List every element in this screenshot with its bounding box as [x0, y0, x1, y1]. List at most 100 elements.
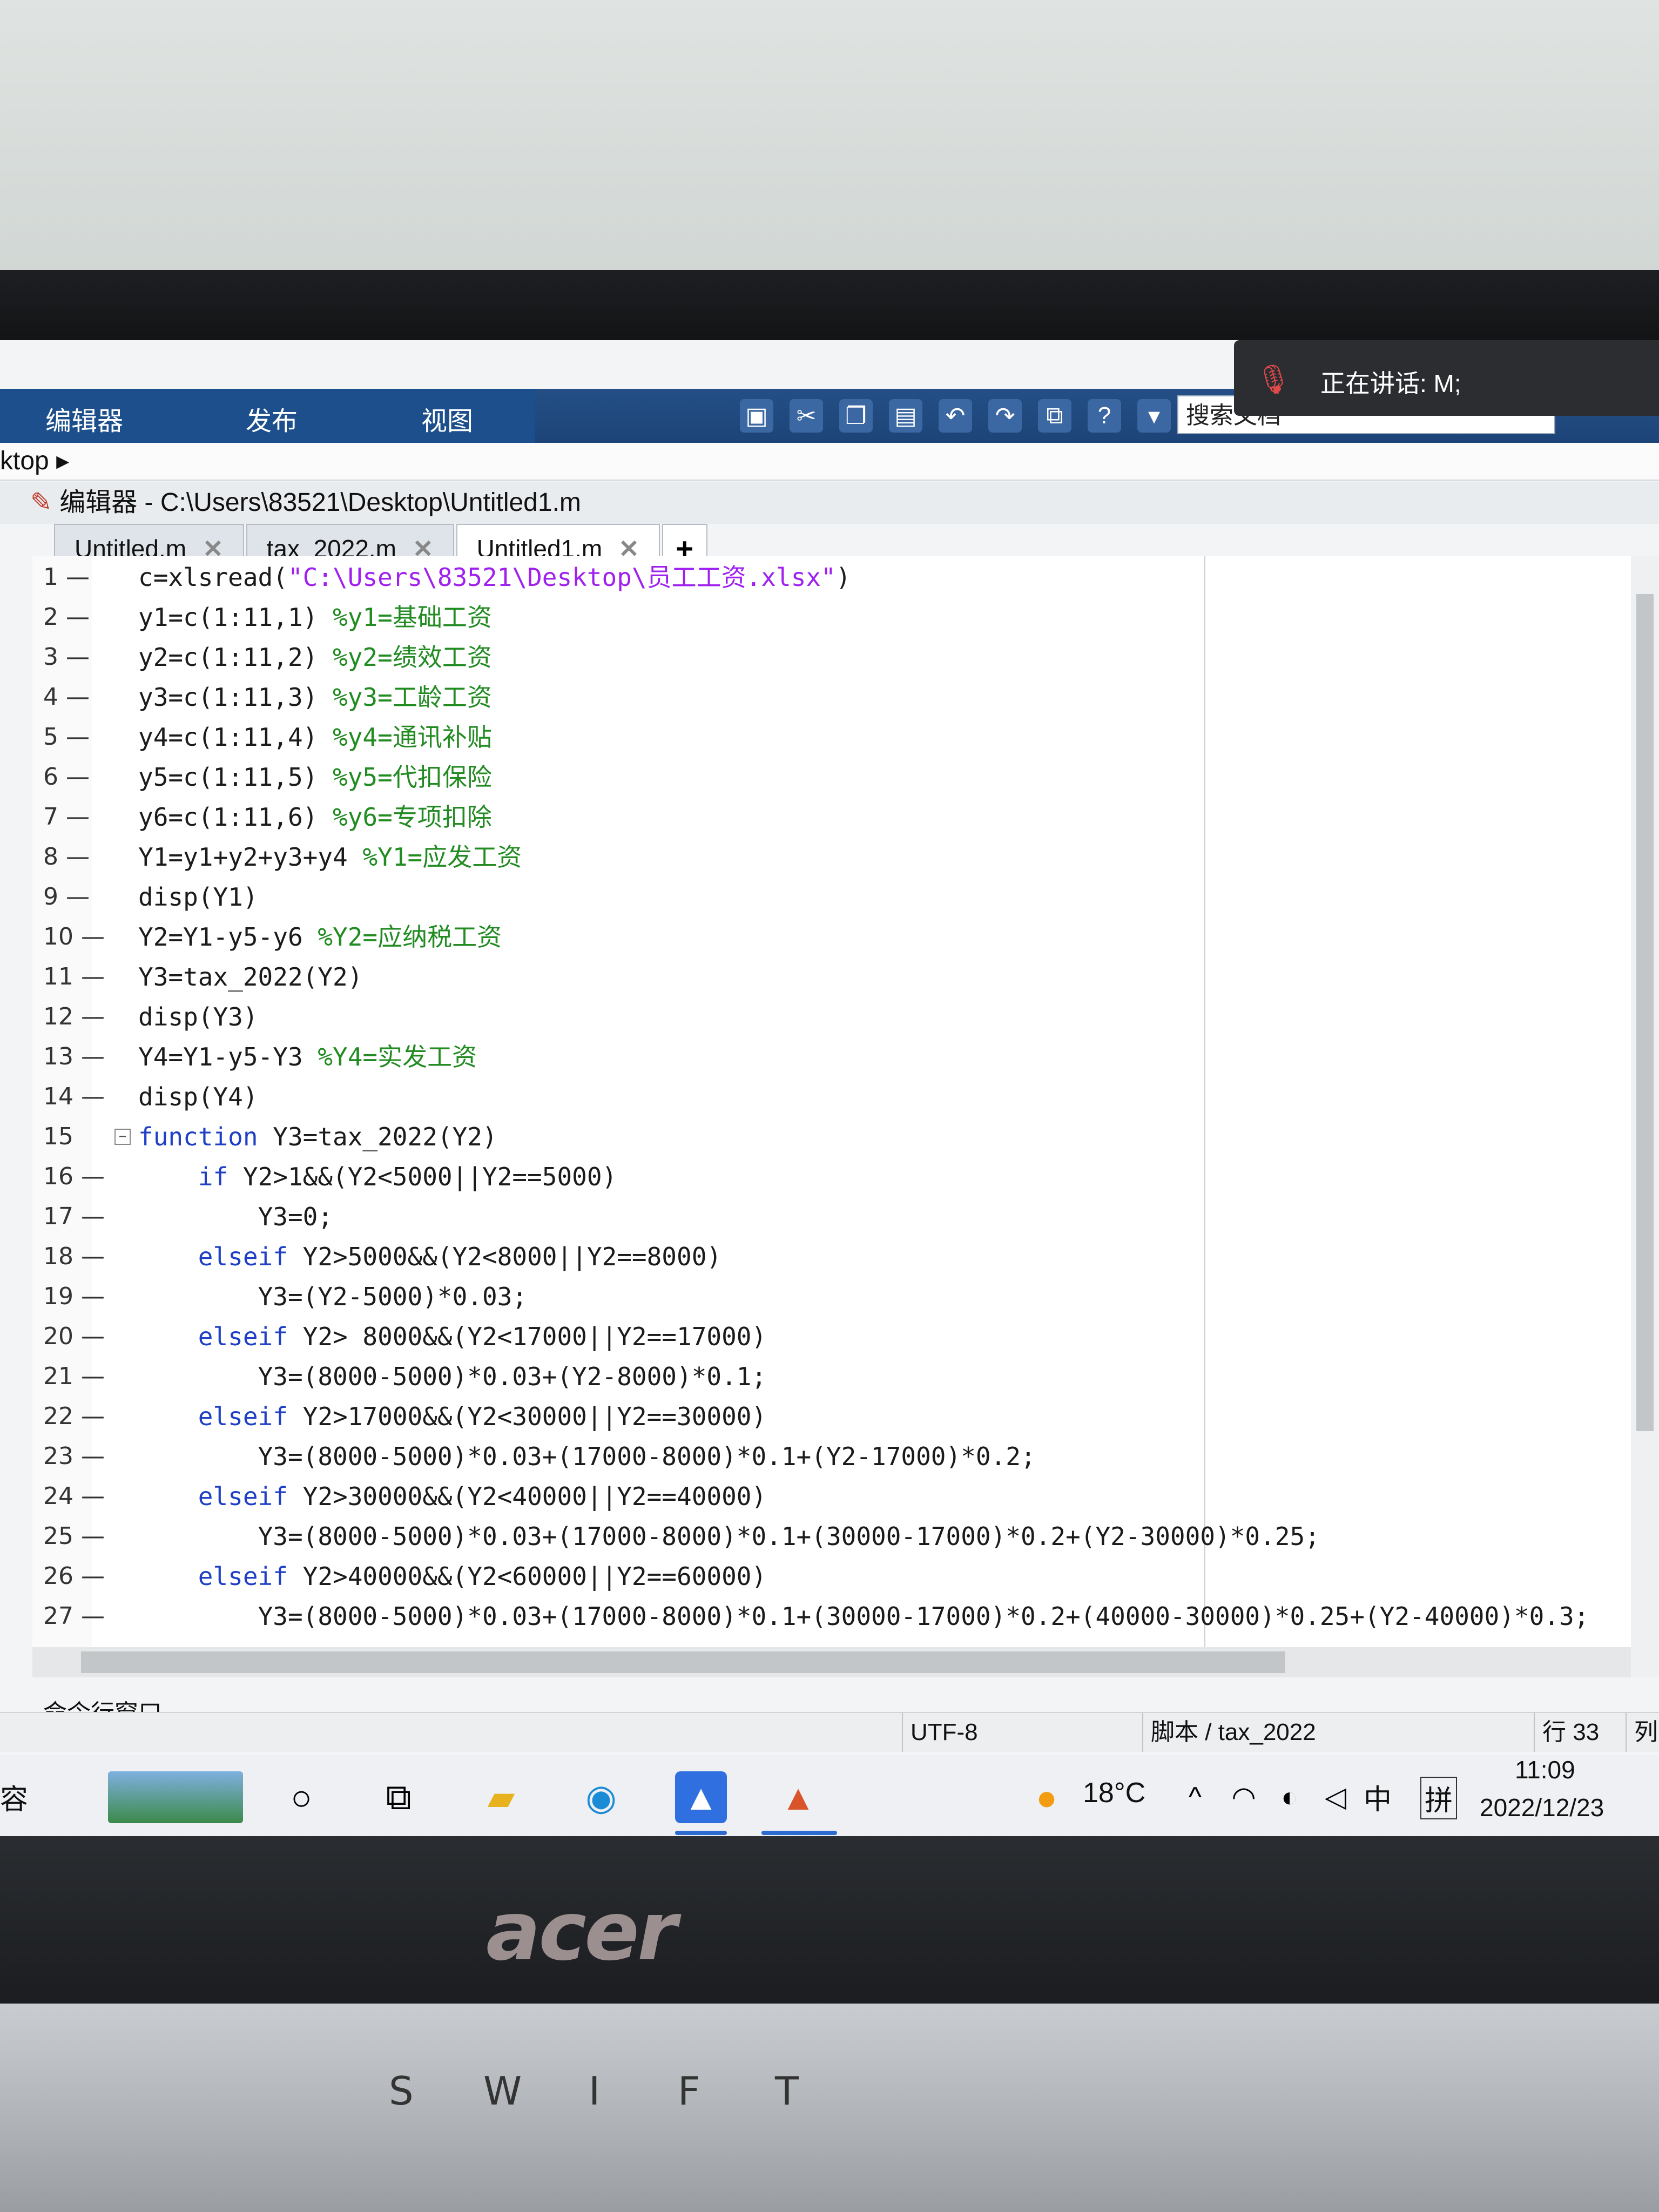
- save-icon[interactable]: ▣: [740, 399, 773, 433]
- statement: Y2>17000&&(Y2<30000||Y2==30000): [287, 1402, 767, 1431]
- comment: %y5=代扣保险: [333, 763, 492, 792]
- code-line[interactable]: 7 — y6=c(1:11,6) %y6=专项扣除: [32, 797, 1631, 837]
- tab-editor[interactable]: 编辑器: [45, 400, 123, 437]
- code-line[interactable]: 18 — elseif Y2>5000&&(Y2<8000||Y2==8000): [32, 1237, 1631, 1277]
- code-line[interactable]: 4 — y3=c(1:11,3) %y3=工龄工资: [32, 677, 1631, 717]
- line-number: 27 —: [43, 1602, 105, 1630]
- code-text: Y3=(8000-5000)*0.03+(Y2-8000)*0.1;: [138, 1357, 767, 1397]
- code-text: function Y3=tax_2022(Y2): [138, 1117, 497, 1157]
- status-col: 列: [1626, 1713, 1659, 1752]
- undo-icon[interactable]: ↶: [939, 399, 972, 433]
- statement: c=xlsread("C:\Users\83521\Desktop\员工工资.x…: [138, 563, 851, 592]
- code-line[interactable]: 27 — Y3=(8000-5000)*0.03+(17000-8000)*0.…: [32, 1596, 1631, 1636]
- code-line[interactable]: 22 — elseif Y2>17000&&(Y2<30000||Y2==300…: [32, 1397, 1631, 1437]
- code-text: disp(Y4): [138, 1077, 258, 1117]
- line-number: 20 —: [43, 1323, 105, 1350]
- statement: disp(Y1): [138, 882, 258, 912]
- code-text: elseif Y2>17000&&(Y2<30000||Y2==30000): [138, 1397, 766, 1437]
- code-line[interactable]: 15 − function Y3=tax_2022(Y2): [32, 1117, 1631, 1157]
- code-line[interactable]: 17 — Y3=0;: [32, 1197, 1631, 1237]
- code-line[interactable]: 23 — Y3=(8000-5000)*0.03+(17000-8000)*0.…: [32, 1437, 1631, 1476]
- code-line[interactable]: 25 — Y3=(8000-5000)*0.03+(17000-8000)*0.…: [32, 1516, 1631, 1556]
- vertical-scroll-thumb[interactable]: [1636, 594, 1654, 1431]
- tab-publish[interactable]: 发布: [246, 400, 298, 437]
- tab-view[interactable]: 视图: [421, 400, 473, 437]
- line-number: 17 —: [43, 1203, 105, 1230]
- copy-icon[interactable]: ❐: [839, 399, 873, 433]
- wifi-icon[interactable]: ◠: [1218, 1771, 1270, 1823]
- statement: Y2>30000&&(Y2<40000||Y2==40000): [287, 1482, 767, 1511]
- code-line[interactable]: 24 — elseif Y2>30000&&(Y2<40000||Y2==400…: [32, 1476, 1631, 1516]
- code-text: elseif Y2>40000&&(Y2<60000||Y2==60000): [138, 1556, 766, 1596]
- line-number: 1 —: [43, 563, 90, 591]
- code-editor[interactable]: 1 — c=xlsread("C:\Users\83521\Desktop\员工工…: [32, 556, 1631, 1647]
- clock-time[interactable]: 11:09: [1515, 1755, 1575, 1784]
- line-number: 3 —: [43, 643, 90, 671]
- horizontal-scroll-thumb[interactable]: [81, 1651, 1285, 1673]
- weather-temperature[interactable]: 18°C: [1083, 1777, 1145, 1809]
- ime-mode[interactable]: 拼: [1420, 1777, 1458, 1819]
- code-line[interactable]: 11 — Y3=tax_2022(Y2): [32, 957, 1631, 997]
- code-line[interactable]: 3 — y2=c(1:11,2) %y2=绩效工资: [32, 637, 1631, 677]
- active-indicator: [761, 1831, 837, 1835]
- comment: %Y1=应发工资: [362, 842, 522, 872]
- widgets-icon[interactable]: [108, 1771, 243, 1823]
- quick-access-toolbar: ▣ ✂ ❐ ▤ ↶ ↷ ⧉ ? ▾: [740, 390, 1171, 442]
- code-line[interactable]: 26 — elseif Y2>40000&&(Y2<60000||Y2==600…: [32, 1556, 1631, 1596]
- code-text: Y3=tax_2022(Y2): [138, 957, 362, 997]
- code-line[interactable]: 14 — disp(Y4): [32, 1077, 1631, 1117]
- current-folder-bar[interactable]: ktop ▸: [0, 443, 1659, 481]
- dropdown-icon[interactable]: ▾: [1137, 399, 1171, 433]
- chevron-up-icon[interactable]: ^: [1169, 1771, 1221, 1823]
- clock-date[interactable]: 2022/12/23: [1480, 1793, 1604, 1822]
- file-explorer-icon[interactable]: ▰: [475, 1771, 527, 1823]
- matlab-icon[interactable]: ▲: [772, 1771, 824, 1823]
- code-line[interactable]: 21 — Y3=(8000-5000)*0.03+(Y2-8000)*0.1;: [32, 1357, 1631, 1397]
- keyboard-key: W: [483, 2068, 522, 2114]
- ime-language[interactable]: 中: [1364, 1777, 1392, 1817]
- paste-icon[interactable]: ▤: [889, 399, 922, 433]
- line-number: 4 —: [43, 683, 90, 711]
- code-line[interactable]: 13 — Y4=Y1-y5-Y3 %Y4=实发工资: [32, 1037, 1631, 1077]
- status-row: 行 33: [1534, 1713, 1629, 1752]
- task-view-icon[interactable]: ⧉: [373, 1771, 424, 1823]
- fold-toggle-icon[interactable]: −: [114, 1129, 131, 1145]
- line-number: 21 —: [43, 1363, 105, 1390]
- code-text: if Y2>1&&(Y2<5000||Y2==5000): [138, 1157, 617, 1197]
- line-number: 10 —: [43, 923, 105, 950]
- code-line[interactable]: 6 — y5=c(1:11,5) %y5=代扣保险: [32, 757, 1631, 797]
- help-icon[interactable]: ?: [1088, 399, 1121, 433]
- code-text: Y3=(8000-5000)*0.03+(17000-8000)*0.1+(30…: [138, 1516, 1320, 1556]
- code-line[interactable]: 8 — Y1=y1+y2+y3+y4 %Y1=应发工资: [32, 837, 1631, 877]
- weather-sun-icon[interactable]: ●: [1021, 1771, 1073, 1823]
- statement: Y3=tax_2022(Y2): [258, 1122, 497, 1151]
- code-line[interactable]: 2 — y1=c(1:11,1) %y1=基础工资: [32, 597, 1631, 637]
- switch-windows-icon[interactable]: ⧉: [1038, 399, 1071, 433]
- volume-icon[interactable]: ◁: [1310, 1771, 1361, 1823]
- code-line[interactable]: 20 — elseif Y2> 8000&&(Y2<17000||Y2==170…: [32, 1317, 1631, 1357]
- horizontal-scrollbar[interactable]: [32, 1647, 1631, 1677]
- qq-icon[interactable]: ◐: [1264, 1771, 1316, 1823]
- code-line[interactable]: 12 — disp(Y3): [32, 997, 1631, 1037]
- statement: Y1=y1+y2+y3+y4: [138, 842, 348, 872]
- cut-icon[interactable]: ✂: [790, 399, 823, 433]
- meeting-app-icon[interactable]: ▲: [675, 1771, 727, 1823]
- code-line[interactable]: 16 — if Y2>1&&(Y2<5000||Y2==5000): [32, 1157, 1631, 1197]
- laptop-bottom-bezel: [0, 1836, 1659, 2004]
- editor-titlebar: ✎ 编辑器 - C:\Users\83521\Desktop\Untitled1.…: [0, 482, 1659, 524]
- edge-icon[interactable]: ◉: [575, 1771, 627, 1823]
- code-line[interactable]: 19 — Y3=(Y2-5000)*0.03;: [32, 1277, 1631, 1317]
- code-line[interactable]: 5 — y4=c(1:11,4) %y4=通讯补贴: [32, 717, 1631, 757]
- code-line[interactable]: 9 — disp(Y1): [32, 877, 1631, 917]
- windows-taskbar: 容 ○ ⧉ ▰ ◉ ▲ ▲ ● 18°C ^ ◠ ◐ ◁ 中 拼 11:09 2…: [0, 1755, 1659, 1836]
- code-text: y5=c(1:11,5) %y5=代扣保险: [138, 757, 492, 797]
- vertical-scrollbar[interactable]: [1631, 556, 1659, 1677]
- code-line[interactable]: 10 — Y2=Y1-y5-y6 %Y2=应纳税工资: [32, 917, 1631, 957]
- code-line[interactable]: 1 — c=xlsread("C:\Users\83521\Desktop\员工工…: [32, 557, 1631, 597]
- status-bar: UTF-8 脚本 / tax_2022 行 33 列: [0, 1712, 1659, 1752]
- redo-icon[interactable]: ↷: [988, 399, 1022, 433]
- statement: disp(Y4): [138, 1082, 258, 1111]
- search-icon[interactable]: ○: [275, 1771, 327, 1823]
